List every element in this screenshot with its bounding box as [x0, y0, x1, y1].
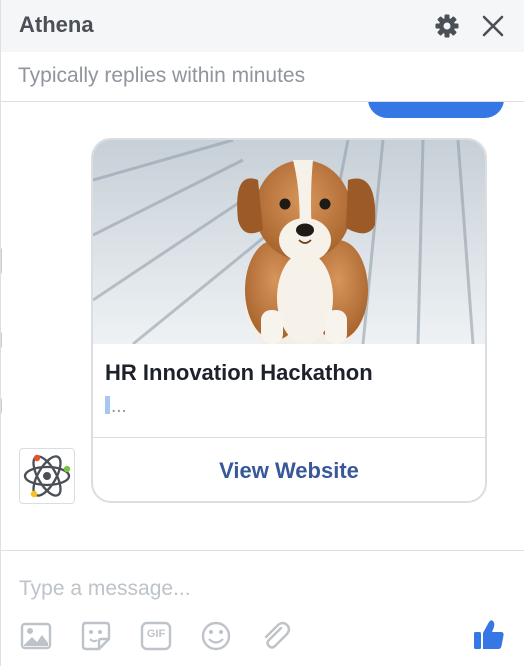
image-icon[interactable] [19, 619, 53, 653]
attachment-icon[interactable] [259, 619, 293, 653]
status-bar: Typically replies within minutes [1, 52, 524, 102]
card-subtitle-text: ... [111, 396, 127, 417]
view-website-button[interactable]: View Website [93, 438, 485, 501]
card-headline[interactable]: HR Innovation Hackathon [105, 360, 373, 386]
thumbs-up-icon[interactable] [471, 617, 505, 651]
view-website-label[interactable]: View Website [93, 458, 485, 484]
chat-header[interactable]: Athena [1, 0, 524, 52]
card-info[interactable]: HR Innovation Hackathon ... [93, 344, 485, 438]
message-list[interactable]: HR Innovation Hackathon ... View Website [1, 102, 524, 550]
puppy-photo[interactable] [93, 140, 485, 344]
gear-icon[interactable] [433, 12, 461, 40]
text-caret [105, 396, 110, 414]
reply-time-status: Typically replies within minutes [18, 64, 306, 87]
close-icon[interactable] [479, 12, 507, 40]
sticker-icon[interactable] [79, 619, 113, 653]
chat-window: Athena Typically replies within minutes … [0, 0, 524, 666]
link-preview-card[interactable]: HR Innovation Hackathon ... View Website [91, 138, 487, 503]
atom-logo [23, 454, 71, 498]
card-subtitle: ... [105, 396, 127, 418]
composer: GIF [1, 550, 524, 666]
emoji-icon[interactable] [199, 619, 233, 653]
gif-label: GIF [146, 628, 166, 640]
message-input[interactable] [19, 575, 499, 603]
chat-title[interactable]: Athena [19, 12, 94, 38]
sent-message-bubble[interactable] [368, 102, 504, 118]
avatar[interactable] [19, 448, 75, 504]
gif-icon[interactable]: GIF [139, 619, 173, 653]
